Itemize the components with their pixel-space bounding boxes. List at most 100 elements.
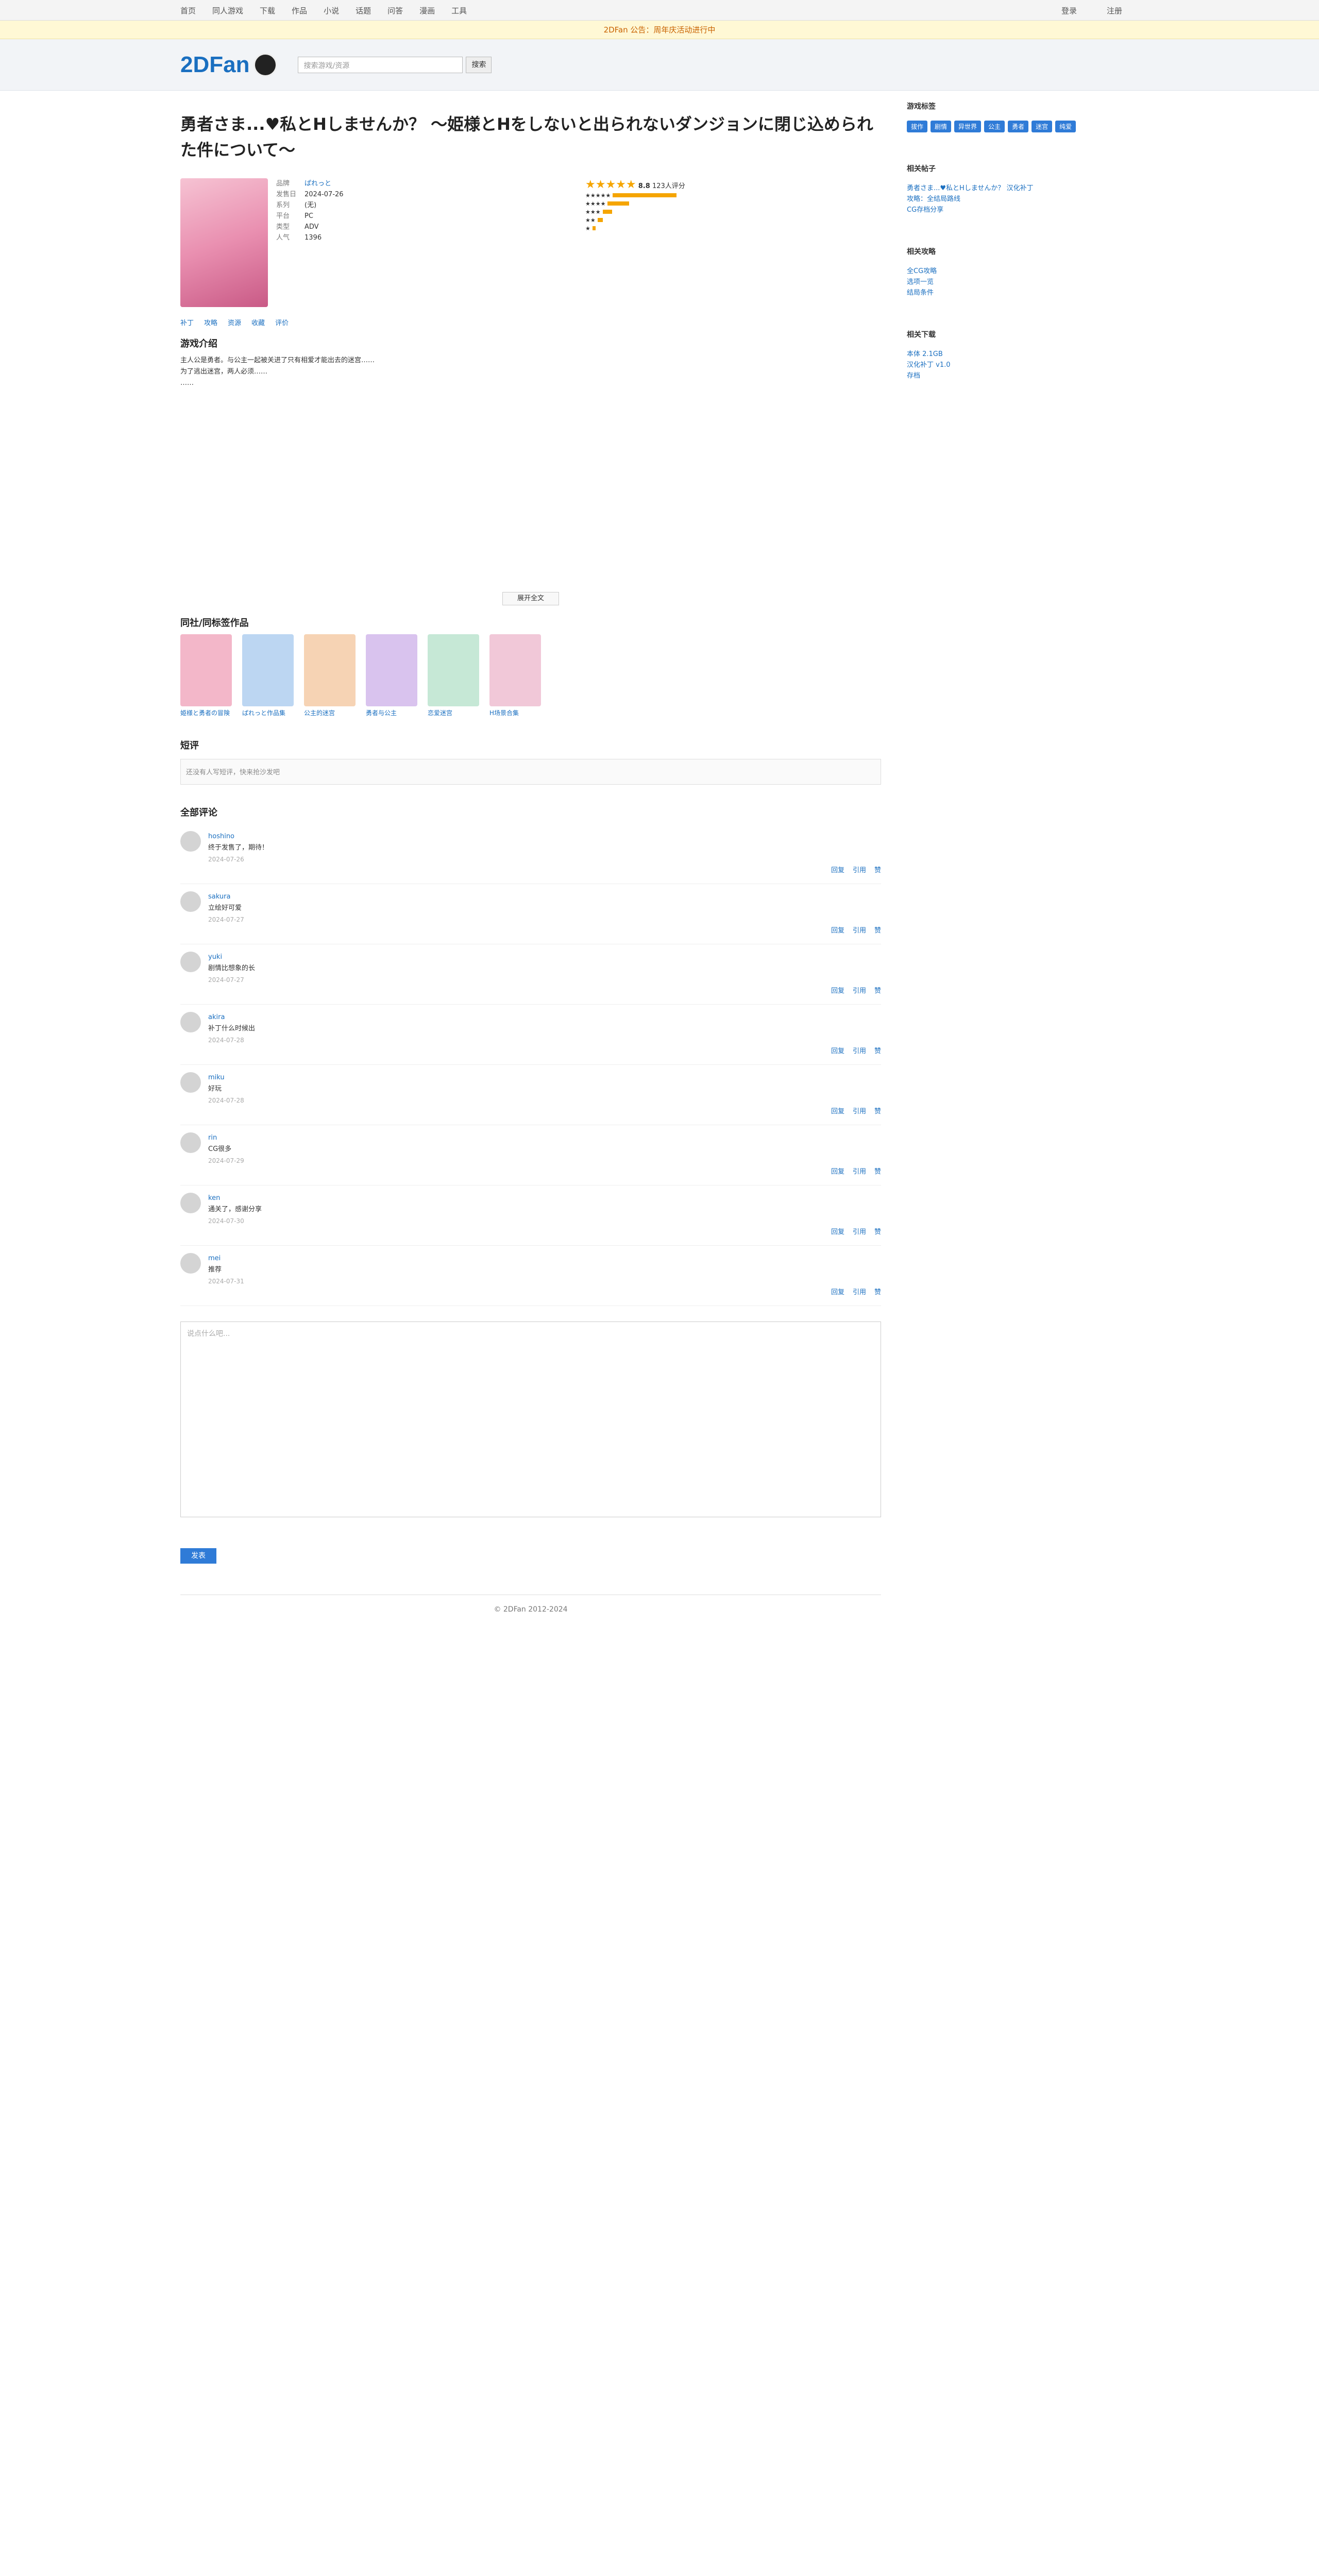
related-thumb [242,634,294,706]
avatar[interactable] [180,1253,201,1274]
guide-link[interactable]: 结局条件 [907,287,1139,298]
reply-link[interactable]: 回复 [831,1046,844,1057]
tag[interactable]: 异世界 [954,121,982,132]
comment-text: 立绘好可爱 [208,904,242,912]
related-item[interactable]: 姫様と勇者の冒険 [180,634,232,718]
search-input[interactable]: 搜索游戏/资源 [298,57,463,73]
tag[interactable]: 公主 [984,121,1005,132]
avatar[interactable] [180,1012,201,1032]
reply-link[interactable]: 回复 [831,986,844,997]
reply-link[interactable]: 回复 [831,925,844,937]
short-review-box: 还没有人写短评，快来抢沙发吧 [180,759,881,785]
comment-author[interactable]: rin [208,1132,881,1144]
meta-value: PC [305,212,313,220]
rating-bar-row: ★★★★★ [585,191,812,199]
download-link[interactable]: 存档 [907,370,1139,381]
comment-editor[interactable]: 说点什么吧... [180,1321,881,1517]
nav-item-download[interactable]: 下载 [260,5,275,16]
meta-brand-link[interactable]: ぱれっと [305,178,331,189]
site-logo[interactable]: 2DFan [180,52,249,78]
like-link[interactable]: 赞 [874,1287,881,1298]
favorite-link[interactable]: 收藏 [251,317,265,327]
expand-button[interactable]: 展开全文 [502,592,559,605]
reply-link[interactable]: 回复 [831,1287,844,1298]
quote-link[interactable]: 引用 [853,865,866,876]
comment-author[interactable]: mei [208,1253,881,1264]
reply-link[interactable]: 回复 [831,1106,844,1117]
reply-link[interactable]: 回复 [831,1227,844,1238]
nav-item-qa[interactable]: 问答 [387,5,403,16]
reply-link[interactable]: 回复 [831,865,844,876]
quote-link[interactable]: 引用 [853,1166,866,1178]
comment-author[interactable]: yuki [208,952,881,963]
nav-item-home[interactable]: 首页 [180,5,196,16]
comment-author[interactable]: miku [208,1072,881,1083]
guide-link[interactable]: 全CG攻略 [907,266,1139,277]
tag[interactable]: 纯爱 [1055,121,1076,132]
search-button[interactable]: 搜索 [466,57,492,73]
cover-image[interactable] [180,178,268,307]
nav-item-novel[interactable]: 小说 [324,5,339,16]
like-link[interactable]: 赞 [874,865,881,876]
tag-list: 拔作 剧情 异世界 公主 勇者 迷宫 纯爱 [907,121,1139,132]
related-item[interactable]: 公主的迷宫 [304,634,356,718]
quote-link[interactable]: 引用 [853,925,866,937]
register-link[interactable]: 注册 [1107,5,1122,16]
avatar[interactable] [180,1072,201,1093]
tag[interactable]: 迷宫 [1031,121,1053,132]
meta-key: 平台 [276,212,290,220]
comment-item: ken 通关了，感谢分享 2024-07-30 回复 引用赞 [180,1185,881,1246]
comment-author[interactable]: akira [208,1012,881,1023]
related-item[interactable]: ぱれっと作品集 [242,634,294,718]
like-link[interactable]: 赞 [874,925,881,937]
quote-link[interactable]: 引用 [853,1106,866,1117]
post-link[interactable]: 勇者さま...♥私とHしませんか？ 汉化补丁 [907,183,1139,194]
download-link[interactable]: 汉化补丁 v1.0 [907,360,1139,370]
quote-link[interactable]: 引用 [853,986,866,997]
avatar[interactable] [180,1132,201,1153]
guide-link[interactable]: 选项一览 [907,277,1139,287]
resource-link[interactable]: 资源 [228,317,241,327]
nav-item-tools[interactable]: 工具 [451,5,467,16]
related-label: 公主的迷宫 [304,709,335,717]
avatar[interactable] [180,891,201,912]
avatar[interactable] [180,831,201,852]
login-link[interactable]: 登录 [1061,5,1077,16]
submit-button[interactable]: 发表 [180,1548,216,1564]
comment-item: sakura 立绘好可爱 2024-07-27 回复 引用赞 [180,884,881,944]
post-link[interactable]: CG存档分享 [907,205,1139,215]
guide-link[interactable]: 攻略 [204,317,217,327]
avatar[interactable] [180,952,201,972]
related-title: 同社/同标签作品 [180,618,249,629]
review-link[interactable]: 评价 [275,317,289,327]
related-item[interactable]: 勇者与公主 [366,634,417,718]
avatar[interactable] [180,1193,201,1213]
related-item[interactable]: 恋爱迷宫 [428,634,479,718]
quote-link[interactable]: 引用 [853,1227,866,1238]
tag[interactable]: 剧情 [931,121,952,132]
like-link[interactable]: 赞 [874,1106,881,1117]
post-link[interactable]: 攻略：全结局路线 [907,194,1139,205]
like-link[interactable]: 赞 [874,986,881,997]
quote-link[interactable]: 引用 [853,1287,866,1298]
nav-item-works[interactable]: 作品 [292,5,307,16]
nav-item-doujin[interactable]: 同人游戏 [212,5,243,16]
comment-author[interactable]: ken [208,1193,881,1204]
like-link[interactable]: 赞 [874,1166,881,1178]
comment-text: CG很多 [208,1145,232,1153]
like-link[interactable]: 赞 [874,1046,881,1057]
related-item[interactable]: H场景合集 [489,634,541,718]
patch-link[interactable]: 补丁 [180,317,194,327]
quote-link[interactable]: 引用 [853,1046,866,1057]
download-link[interactable]: 本体 2.1GB [907,349,1139,360]
nav-item-topic[interactable]: 话题 [356,5,371,16]
reply-link[interactable]: 回复 [831,1166,844,1178]
rating-bar-row: ★★★ [585,208,812,216]
comment-author[interactable]: sakura [208,891,881,903]
tag[interactable]: 勇者 [1008,121,1029,132]
notice-bar[interactable]: 2DFan 公告：周年庆活动进行中 [0,21,1319,39]
tag[interactable]: 拔作 [907,121,928,132]
comment-author[interactable]: hoshino [208,831,881,842]
like-link[interactable]: 赞 [874,1227,881,1238]
nav-item-comic[interactable]: 漫画 [419,5,435,16]
